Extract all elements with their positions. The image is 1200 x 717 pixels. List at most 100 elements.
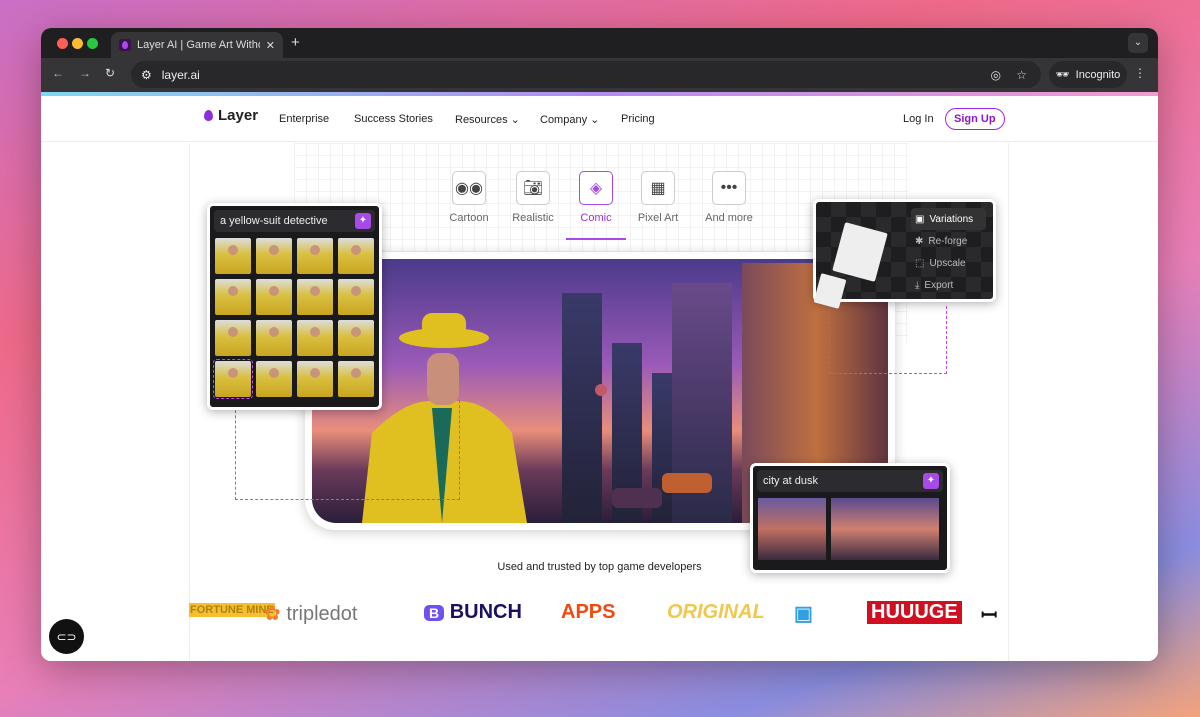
- logo-original: ORIGINAL: [667, 601, 765, 623]
- nav-company[interactable]: Company ⌄: [540, 113, 599, 126]
- logo-text: tripledot: [286, 603, 358, 625]
- tab-search-button[interactable]: ⌄: [1128, 33, 1148, 53]
- nav-enterprise[interactable]: Enterprise: [279, 113, 329, 125]
- generation-panel: a yellow-suit detective ✦: [207, 203, 382, 410]
- thumbnail[interactable]: [338, 361, 374, 397]
- site-settings-icon[interactable]: ⚙: [141, 68, 152, 82]
- top-nav: Layer Enterprise Success Stories Resourc…: [41, 96, 1158, 142]
- thumbnail[interactable]: [297, 279, 333, 315]
- city-thumbnail[interactable]: [831, 498, 939, 560]
- close-tab-icon[interactable]: ✕: [266, 39, 275, 52]
- tripledot-icon: ✿: [264, 603, 281, 625]
- logo-bunch: B BUNCH: [424, 601, 522, 624]
- nav-resources[interactable]: Resources ⌄: [455, 113, 520, 126]
- chat-launcher-button[interactable]: ⊂⊃: [49, 619, 84, 654]
- incognito-badge[interactable]: 🕶 Incognito: [1049, 61, 1127, 88]
- menu-label: Upscale: [929, 257, 966, 269]
- chevron-down-icon: ⌄: [510, 114, 520, 126]
- bookmark-star-icon[interactable]: ☆: [1016, 68, 1027, 82]
- thumbnail[interactable]: [256, 238, 292, 274]
- eyes-icon: ◉◉: [452, 171, 486, 205]
- bunch-icon: B: [424, 605, 445, 621]
- image-icon: ▣: [915, 213, 925, 225]
- thumbnail[interactable]: [338, 238, 374, 274]
- style-label: Comic: [580, 212, 612, 224]
- reload-button[interactable]: ↻: [105, 66, 115, 80]
- menu-upscale[interactable]: ⬚ Upscale: [911, 252, 986, 274]
- style-and-more[interactable]: ••• And more: [699, 171, 759, 224]
- thumbnail[interactable]: [215, 320, 251, 356]
- signup-button[interactable]: Sign Up: [945, 108, 1005, 130]
- style-label: And more: [705, 212, 753, 224]
- page: Layer Enterprise Success Stories Resourc…: [41, 92, 1158, 661]
- menu-export[interactable]: ⤓ Export: [911, 274, 986, 296]
- new-tab-button[interactable]: +: [291, 34, 300, 51]
- menu-kebab-icon[interactable]: ⋮: [1134, 66, 1146, 80]
- close-window-button[interactable]: [57, 38, 68, 49]
- variation-grid: [210, 232, 379, 403]
- magic-wand-icon[interactable]: ✦: [923, 473, 939, 489]
- prompt-input[interactable]: city at dusk ✦: [757, 470, 943, 492]
- nav-company-label: Company: [540, 114, 588, 126]
- style-realistic[interactable]: 📷︎ Realistic: [503, 171, 563, 224]
- thumbnail[interactable]: [297, 238, 333, 274]
- background-panel: city at dusk ✦: [750, 463, 950, 573]
- nav-pricing[interactable]: Pricing: [621, 113, 655, 125]
- magic-wand-icon[interactable]: ✦: [355, 213, 371, 229]
- logo-huuuge: HUUUGE: [867, 601, 962, 624]
- logo-text: BUNCH: [449, 601, 522, 623]
- thumbnail[interactable]: [297, 361, 333, 397]
- thumbnail[interactable]: [256, 279, 292, 315]
- logo-fortune-mine: FORTUNE MINE: [189, 603, 275, 617]
- thumbnail[interactable]: [215, 238, 251, 274]
- menu-label: Export: [924, 279, 954, 291]
- menu-variations[interactable]: ▣ Variations: [911, 208, 986, 230]
- logo-strip: FORTUNE MINE ✿ tripledot B BUNCH APPS OR…: [189, 601, 1009, 631]
- prompt-input[interactable]: a yellow-suit detective ✦: [214, 210, 375, 232]
- brand-logo[interactable]: Layer: [204, 107, 258, 124]
- selected-style-underline: [566, 238, 626, 240]
- layer-favicon-icon: [119, 39, 131, 51]
- forward-button[interactable]: →: [79, 66, 91, 80]
- thumbnail[interactable]: [338, 279, 374, 315]
- style-pixel-art[interactable]: ▦ Pixel Art: [628, 171, 688, 224]
- style-label: Realistic: [512, 212, 554, 224]
- browser-window: Layer AI | Game Art Without L ✕ + ⌄ ← → …: [41, 28, 1158, 661]
- trusted-by-text: Used and trusted by top game developers: [497, 561, 702, 573]
- style-label: Cartoon: [449, 212, 489, 224]
- upscale-icon: ⬚: [915, 257, 925, 269]
- minimize-window-button[interactable]: [72, 38, 83, 49]
- style-cartoon[interactable]: ◉◉ Cartoon: [439, 171, 499, 224]
- url-bar[interactable]: ⚙ layer.ai ◎ ☆: [131, 61, 1041, 88]
- url-text[interactable]: layer.ai: [162, 68, 200, 82]
- menu-reforge[interactable]: ✱ Re-forge: [911, 230, 986, 252]
- thumbnail[interactable]: [256, 361, 292, 397]
- city-thumbnail[interactable]: [758, 498, 826, 560]
- prompt-text: a yellow-suit detective: [220, 215, 328, 227]
- logo-mustache: ꟷ: [981, 605, 998, 627]
- more-icon: •••: [712, 171, 746, 205]
- thumbnail[interactable]: [215, 279, 251, 315]
- maximize-window-button[interactable]: [87, 38, 98, 49]
- menu-label: Variations: [929, 213, 974, 225]
- eye-off-icon[interactable]: ◎: [991, 68, 1001, 82]
- download-icon: ⤓: [915, 279, 920, 291]
- thumbnail[interactable]: [338, 320, 374, 356]
- thumbnail[interactable]: [256, 320, 292, 356]
- style-comic[interactable]: ◈ Comic: [566, 171, 626, 224]
- thumbnail[interactable]: [297, 320, 333, 356]
- menu-label: Re-forge: [928, 235, 968, 247]
- login-link[interactable]: Log In: [903, 113, 934, 125]
- thumbnail-selected[interactable]: [213, 359, 253, 399]
- logo-tripledot: ✿ tripledot: [264, 601, 357, 626]
- notepad-image: [832, 222, 888, 282]
- incognito-label: Incognito: [1075, 68, 1121, 81]
- prompt-text: city at dusk: [763, 475, 819, 487]
- brand-name: Layer: [218, 107, 259, 124]
- back-button[interactable]: ←: [52, 66, 64, 80]
- nav-success-stories[interactable]: Success Stories: [354, 113, 433, 125]
- browser-tab[interactable]: Layer AI | Game Art Without L ✕: [111, 32, 283, 58]
- actions-menu: ▣ Variations ✱ Re-forge ⬚ Upscale ⤓ Export: [911, 208, 986, 296]
- hammer-icon: ✱: [915, 235, 924, 247]
- layer-drop-icon: [204, 110, 213, 121]
